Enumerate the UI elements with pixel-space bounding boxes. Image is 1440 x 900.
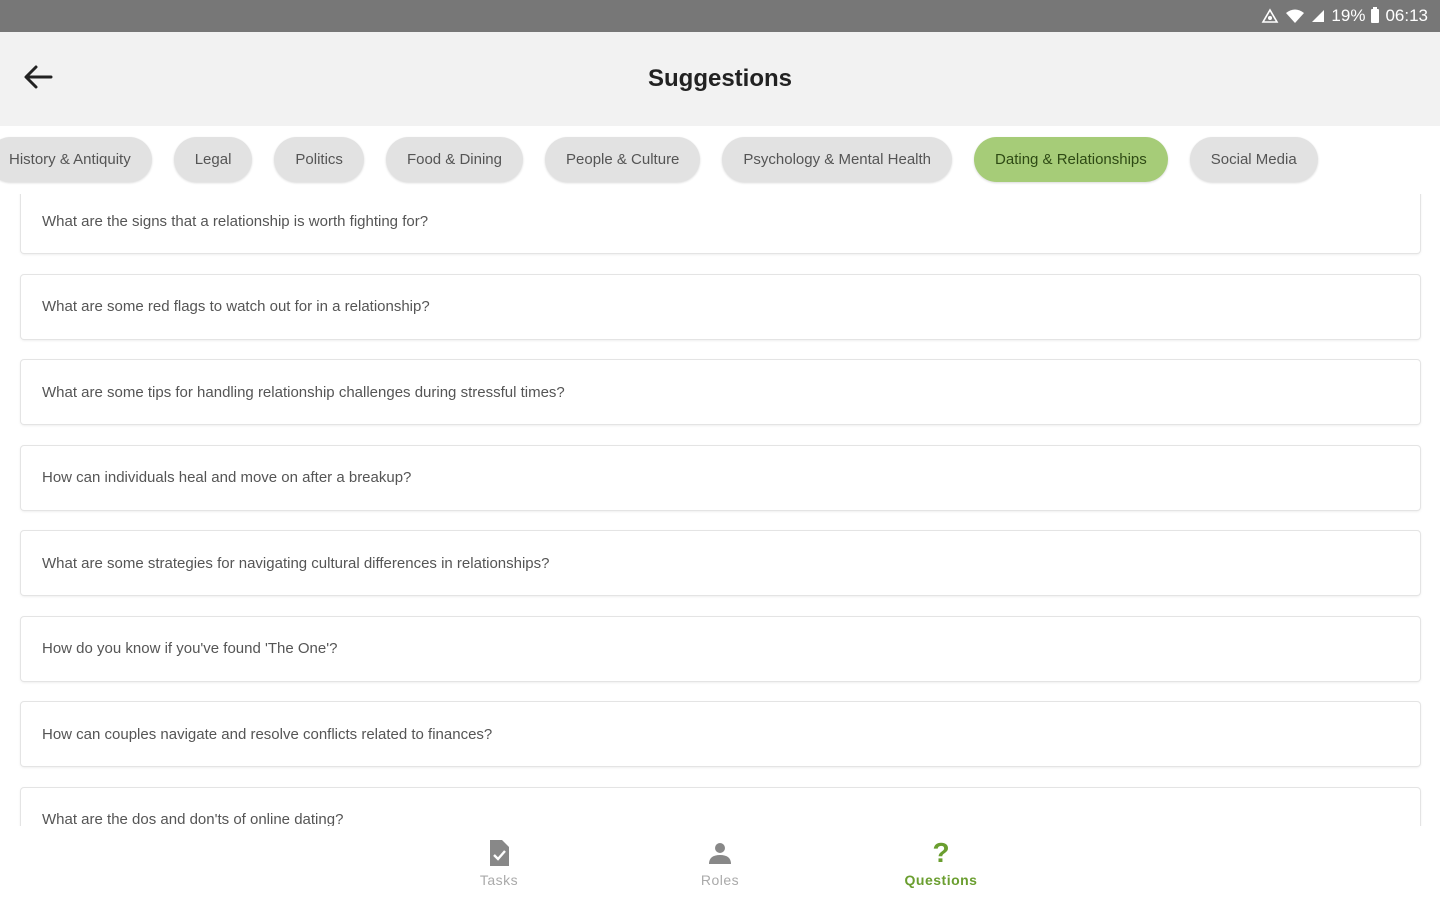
chip-dating-relationships[interactable]: Dating & Relationships	[974, 137, 1168, 182]
person-icon	[708, 838, 732, 868]
nav-roles-label: Roles	[700, 872, 740, 888]
status-time: 06:13	[1385, 6, 1428, 25]
question-card[interactable]: What are the signs that a relationship i…	[21, 194, 1420, 253]
question-card[interactable]: What are the dos and don'ts of online da…	[21, 787, 1420, 826]
wifi-icon	[1285, 8, 1305, 24]
category-chips: History & Antiquity Legal Politics Food …	[0, 126, 1440, 194]
nav-tasks[interactable]: Tasks	[389, 826, 610, 900]
question-card[interactable]: How can individuals heal and move on aft…	[21, 445, 1420, 510]
nav-roles[interactable]: Roles	[610, 826, 831, 900]
question-card[interactable]: How do you know if you've found 'The One…	[21, 616, 1420, 681]
question-card[interactable]: How can couples navigate and resolve con…	[21, 702, 1420, 766]
app-bar: Suggestions	[0, 32, 1440, 126]
chip-politics[interactable]: Politics	[274, 137, 364, 182]
chip-people-culture[interactable]: People & Culture	[545, 137, 701, 182]
chip-history-antiquity[interactable]: History & Antiquity	[0, 137, 152, 182]
task-document-icon	[488, 838, 510, 868]
chip-food-dining[interactable]: Food & Dining	[385, 137, 523, 182]
question-mark-icon: ?	[932, 837, 950, 868]
status-bar: 19% 06:13	[0, 0, 1440, 32]
chip-social-media[interactable]: Social Media	[1189, 137, 1318, 182]
questions-list[interactable]: What are the signs that a relationship i…	[0, 194, 1440, 826]
chip-legal[interactable]: Legal	[173, 137, 253, 182]
nav-tasks-label: Tasks	[479, 872, 519, 888]
signal-icon	[1311, 9, 1325, 23]
battery-percent: 19%	[1331, 6, 1366, 25]
page-title: Suggestions	[647, 65, 792, 92]
chip-psychology-mental-health[interactable]: Psychology & Mental Health	[722, 137, 953, 182]
bottom-navigation: Tasks Roles ? Questions	[0, 826, 1440, 900]
alarm-icon	[1261, 8, 1279, 24]
nav-questions[interactable]: ? Questions	[831, 826, 1052, 900]
question-card[interactable]: What are some strategies for navigating …	[21, 531, 1420, 595]
question-card[interactable]: What are some red flags to watch out for…	[21, 274, 1420, 339]
battery-icon	[1371, 7, 1380, 23]
question-card[interactable]: What are some tips for handling relation…	[21, 360, 1420, 424]
nav-questions-label: Questions	[904, 872, 978, 888]
